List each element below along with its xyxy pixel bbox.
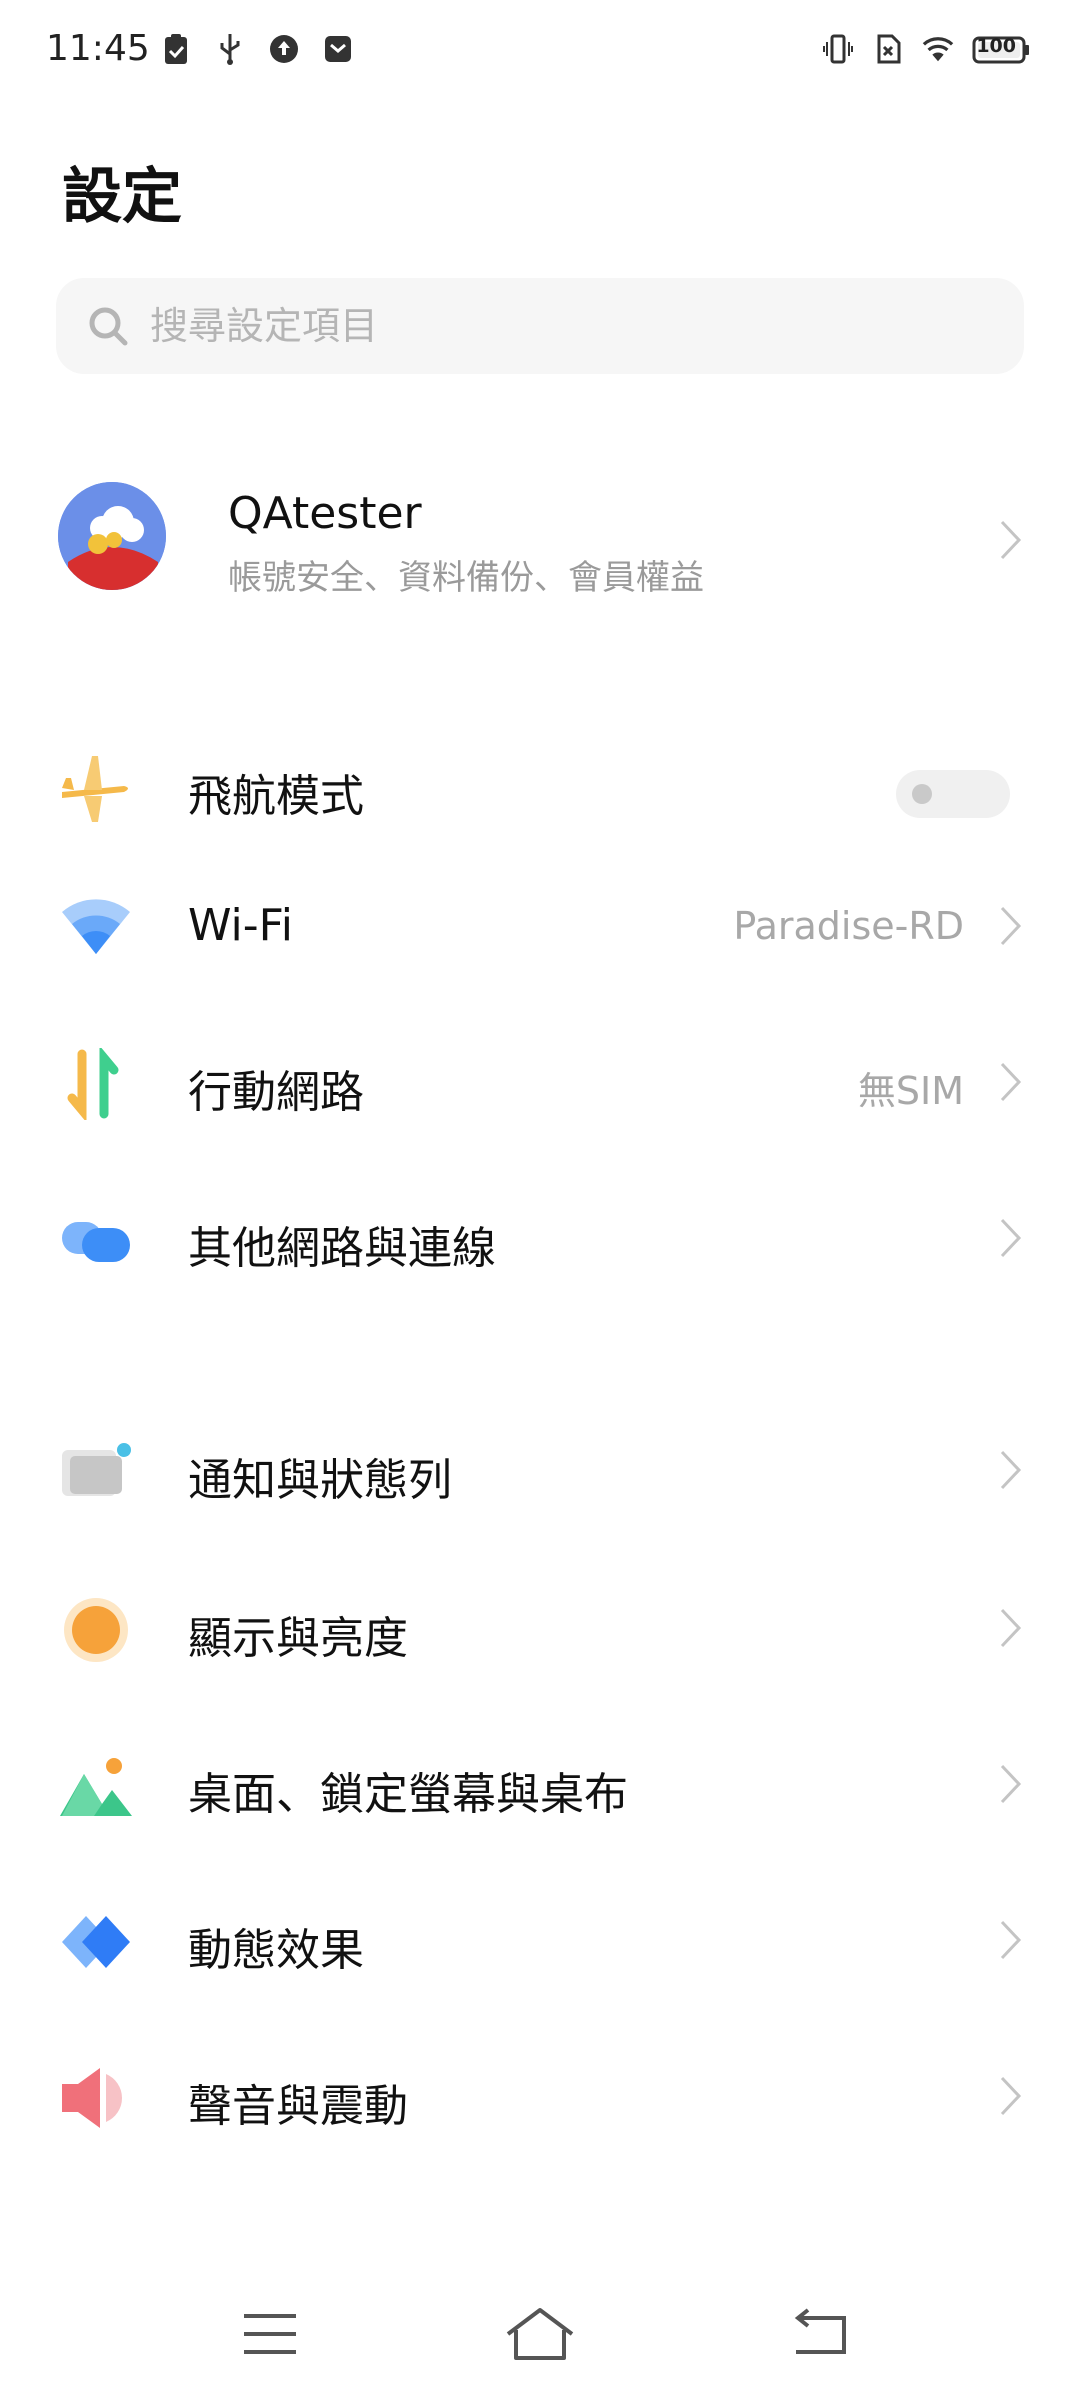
toggle-knob: [912, 784, 932, 804]
settings-row-wifi[interactable]: Wi-Fi Paradise-RD: [56, 868, 1024, 988]
mail-icon: [325, 36, 351, 62]
search-input[interactable]: [148, 303, 972, 349]
chevron-right-icon: [1000, 1764, 1022, 1804]
status-left-icons: [160, 32, 354, 66]
chevron-right-icon: [1000, 906, 1022, 946]
settings-row-display[interactable]: 顯示與亮度: [56, 1570, 1024, 1690]
settings-label: 行動網路: [188, 1067, 364, 1118]
search-icon: [89, 307, 128, 346]
airplane-mode-toggle[interactable]: [896, 770, 1010, 818]
upload-icon: [270, 35, 298, 63]
usb-icon: [220, 34, 240, 65]
chevron-right-icon: [1000, 520, 1022, 560]
wifi-icon: [922, 37, 954, 62]
battery-level: 100: [976, 35, 1016, 57]
airplane-icon: [62, 756, 128, 822]
settings-label: 其他網路與連線: [188, 1223, 496, 1274]
chevron-right-icon: [1000, 1450, 1022, 1490]
settings-label: 聲音與震動: [188, 2081, 408, 2132]
brightness-icon: [64, 1598, 128, 1662]
back-icon[interactable]: [780, 2304, 860, 2364]
chevron-right-icon: [1000, 1218, 1022, 1258]
settings-row-airplane-mode[interactable]: 飛航模式: [56, 728, 1024, 848]
wifi-network-name: Paradise-RD: [733, 904, 964, 948]
avatar: [58, 482, 166, 590]
status-bar: 11:45 100: [0, 0, 1080, 100]
vibrate-icon: [823, 34, 853, 64]
page-title: 設定: [62, 162, 182, 232]
settings-row-notifications[interactable]: 通知與狀態列: [56, 1412, 1024, 1532]
animation-icon: [62, 1916, 130, 1968]
settings-label: 動態效果: [188, 1925, 364, 1976]
wifi-icon: [62, 899, 130, 954]
settings-label: 顯示與亮度: [188, 1613, 408, 1664]
account-subtitle: 帳號安全、資料備份、會員權益: [228, 558, 704, 598]
chevron-right-icon: [1000, 1920, 1022, 1960]
chevron-right-icon: [1000, 1062, 1022, 1102]
settings-row-mobile-network[interactable]: 行動網路 無SIM: [56, 1024, 1024, 1144]
sim-status: 無SIM: [857, 1069, 964, 1113]
status-time: 11:45: [46, 28, 150, 69]
settings-row-animation[interactable]: 動態效果: [56, 1882, 1024, 2002]
connection-icon: [62, 1222, 130, 1262]
notification-icon: [62, 1443, 131, 1496]
wallpaper-icon: [60, 1758, 132, 1816]
navigation-bar: [0, 2280, 1080, 2400]
account-row[interactable]: QAtester 帳號安全、資料備份、會員權益: [56, 470, 1024, 610]
settings-label: 通知與狀態列: [188, 1455, 452, 1506]
settings-label: 桌面、鎖定螢幕與桌布: [188, 1769, 628, 1820]
clipboard-check-icon: [165, 34, 187, 64]
mobile-data-icon: [67, 1048, 119, 1120]
menu-icon[interactable]: [230, 2304, 310, 2364]
chevron-right-icon: [1000, 1608, 1022, 1648]
sound-icon: [62, 2068, 122, 2128]
no-sim-icon: [877, 34, 901, 64]
settings-label: 飛航模式: [188, 771, 364, 822]
account-name: QAtester: [228, 488, 422, 539]
settings-label: Wi-Fi: [188, 900, 293, 951]
chevron-right-icon: [1000, 2076, 1022, 2116]
settings-row-sound[interactable]: 聲音與震動: [56, 2038, 1024, 2158]
home-icon[interactable]: [500, 2304, 580, 2364]
search-bar[interactable]: [56, 278, 1024, 374]
settings-row-other-networks[interactable]: 其他網路與連線: [56, 1180, 1024, 1300]
settings-row-wallpaper[interactable]: 桌面、鎖定螢幕與桌布: [56, 1726, 1024, 1846]
status-right-icons: 100: [822, 32, 1030, 66]
